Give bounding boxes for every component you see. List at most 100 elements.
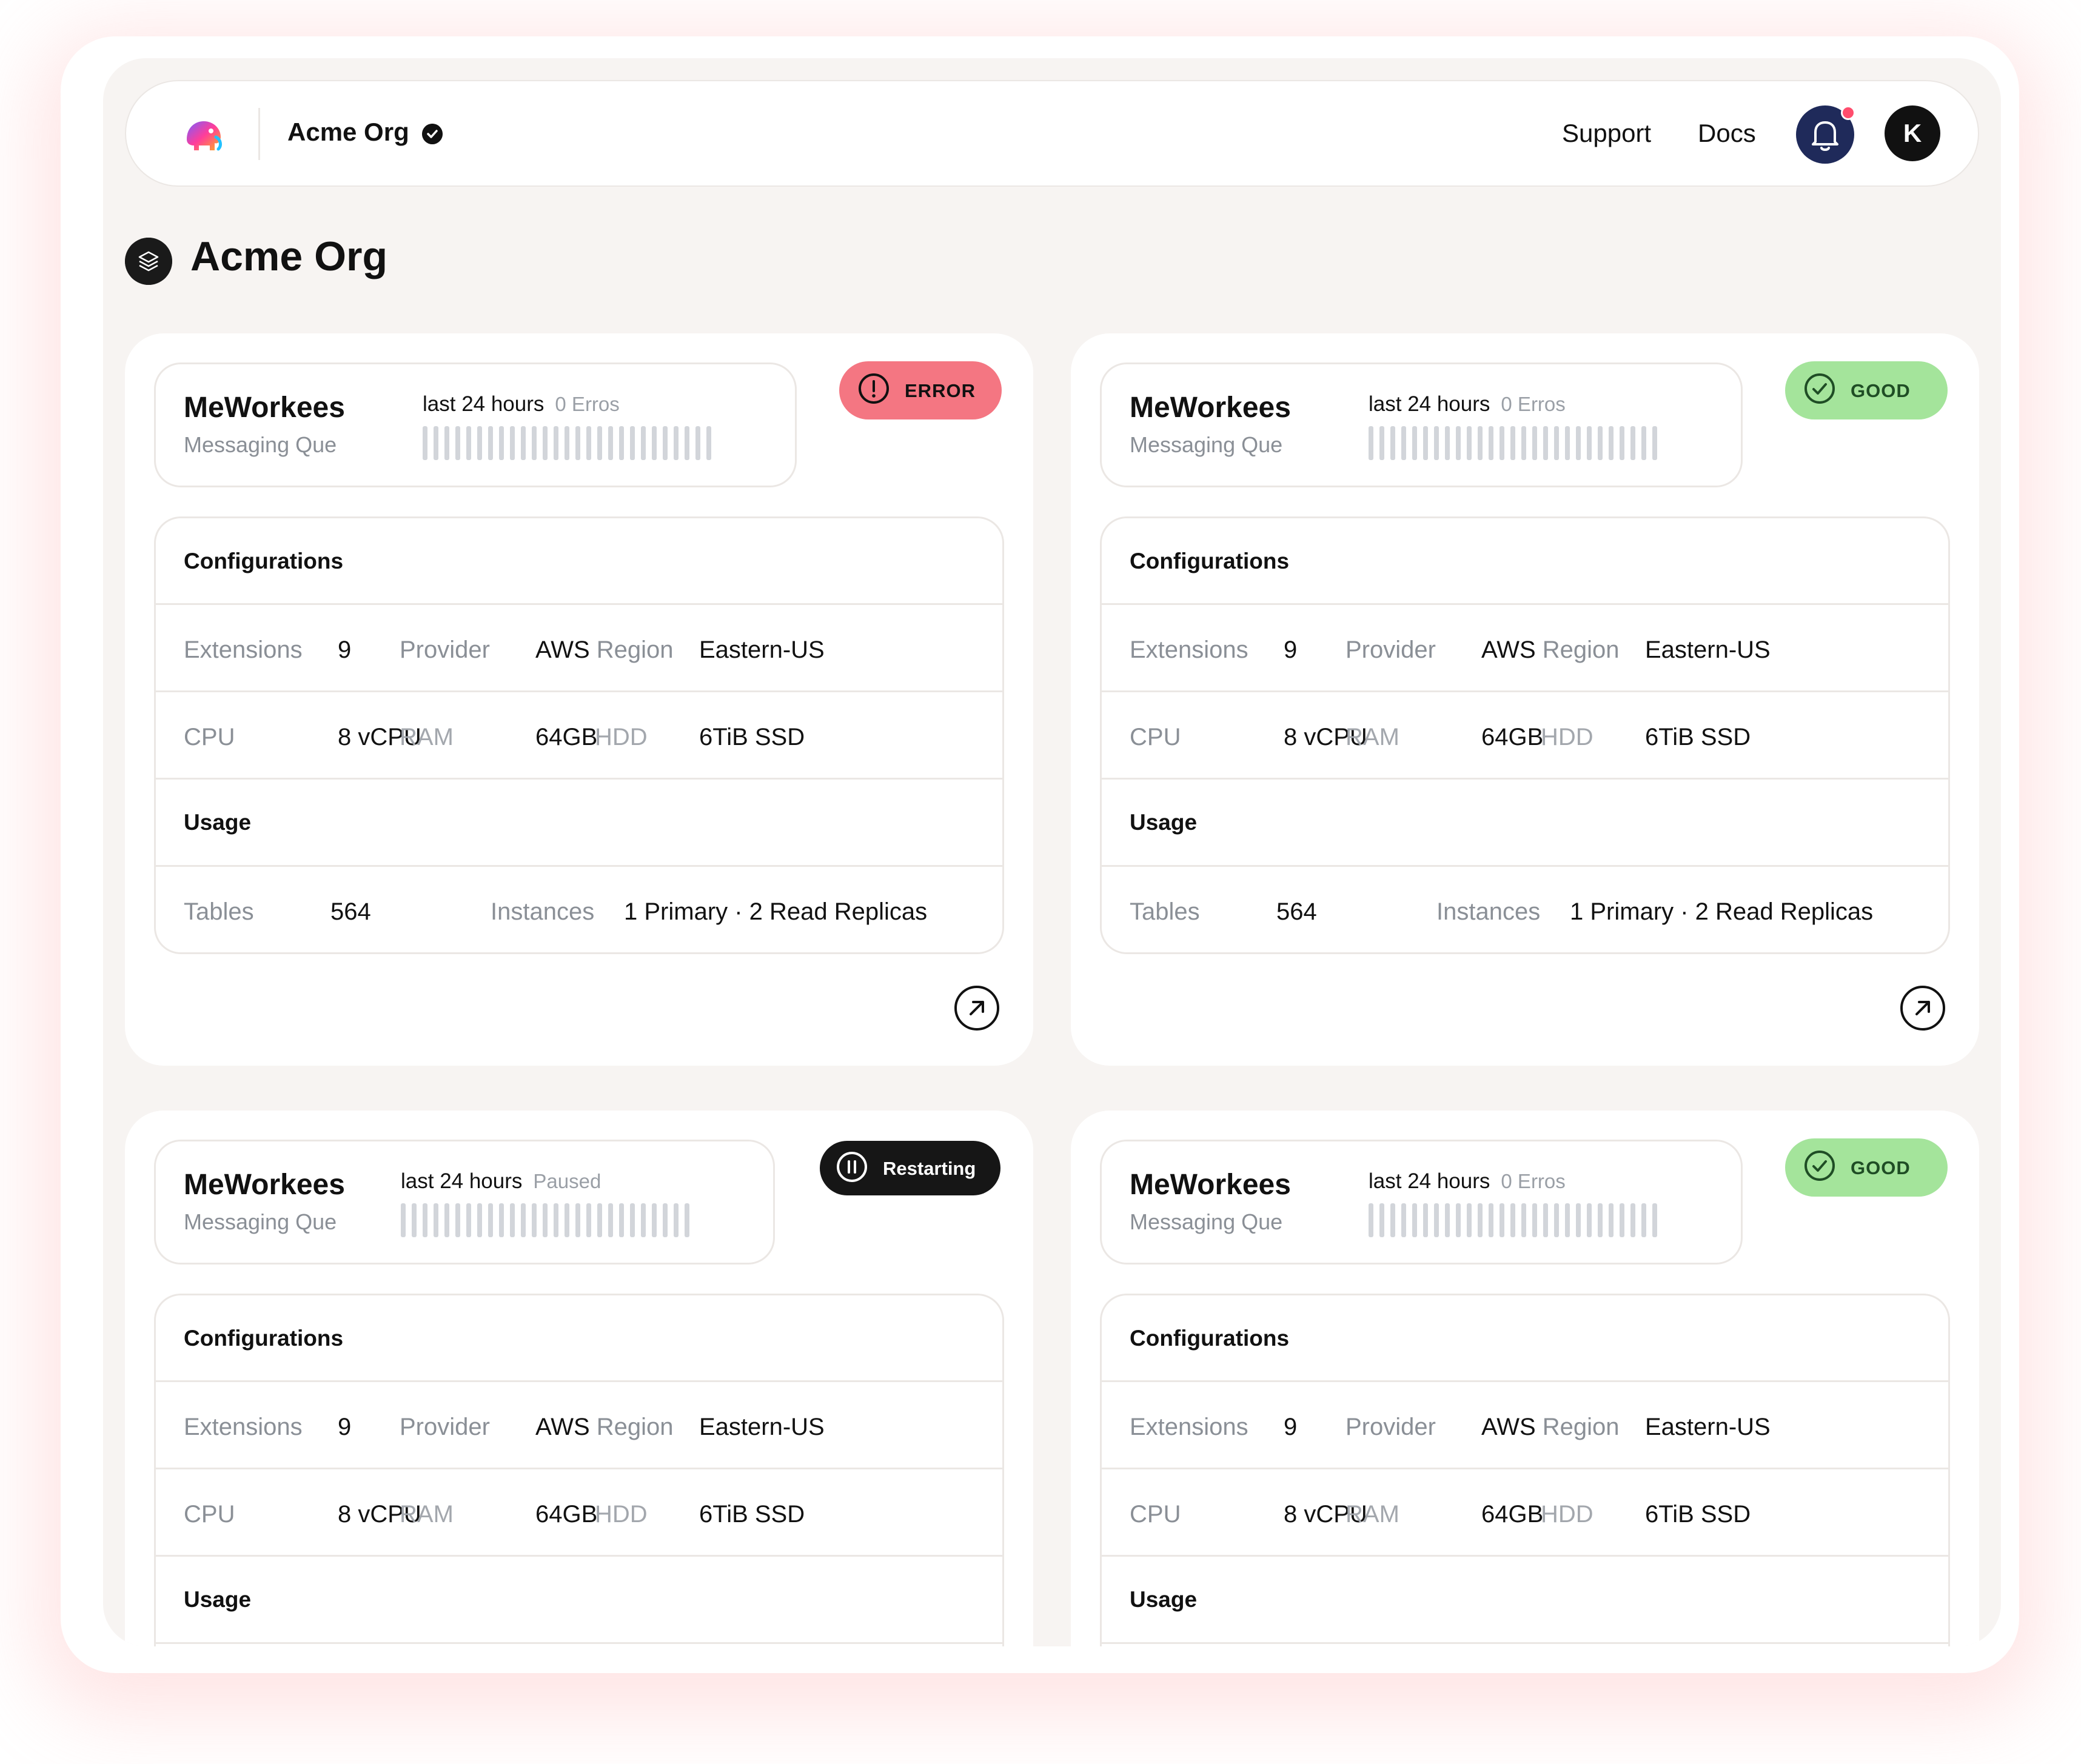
activity-sparkline — [423, 426, 714, 460]
sparkline-tick — [575, 1203, 580, 1237]
arrow-up-right-icon[interactable] — [953, 984, 1000, 1032]
sparkline-tick — [499, 426, 504, 460]
usage-header-row: Usage — [156, 1555, 1002, 1642]
service-summary[interactable]: MeWorkees Messaging Que last 24 hours 0 E… — [1100, 362, 1743, 487]
extensions-label: Extensions — [1130, 636, 1248, 663]
sparkline-tick — [1510, 1203, 1515, 1237]
config-header-row: Configurations — [1102, 518, 1948, 603]
sparkline-tick — [575, 426, 580, 460]
elephant-logo-icon[interactable] — [181, 113, 227, 159]
sparkline-tick — [1652, 426, 1657, 460]
sparkline-tick — [641, 1203, 646, 1237]
sparkline-tick — [1554, 1203, 1559, 1237]
extensions-value: 9 — [1284, 1414, 1298, 1440]
sparkline-tick — [532, 426, 537, 460]
sparkline-tick — [510, 1203, 515, 1237]
sparkline-tick — [630, 426, 635, 460]
provider-value: AWS — [535, 636, 590, 663]
service-type: Messaging Que — [184, 432, 337, 457]
config-row: CPU 8 vCPU RAM 64GB HDD 6TiB SSD — [1102, 690, 1948, 778]
sparkline-tick — [1423, 1203, 1428, 1237]
tables-value: 564 — [1276, 898, 1317, 925]
config-row: Extensions 9 Provider AWS Region Eastern… — [1102, 1380, 1948, 1468]
arrow-up-right-icon[interactable] — [1899, 984, 1946, 1032]
service-card: MeWorkees Messaging Que last 24 hours Pau… — [125, 1111, 1033, 1646]
hdd-value: 6TiB SSD — [699, 724, 805, 750]
sparkline-tick — [466, 426, 471, 460]
sparkline-tick — [1412, 1203, 1417, 1237]
instances-value: 1 Primary · 2 Read Replicas — [1570, 898, 1874, 925]
provider-label: Provider — [400, 636, 490, 663]
page-title: Acme Org — [190, 233, 387, 279]
sparkline-tick — [1576, 426, 1581, 460]
section-title: Usage — [1130, 1587, 1198, 1612]
period-note: Paused — [533, 1170, 602, 1192]
section-title: Usage — [184, 1587, 252, 1612]
nav-support-link[interactable]: Support — [1562, 119, 1651, 148]
service-summary[interactable]: MeWorkees Messaging Que last 24 hours 0 E… — [154, 362, 797, 487]
org-switcher[interactable]: Acme Org — [287, 118, 409, 147]
sparkline-tick — [1609, 1203, 1614, 1237]
sparkline-tick — [477, 1203, 482, 1237]
sparkline-tick — [1521, 426, 1526, 460]
status-badge[interactable]: ERROR — [839, 361, 1002, 419]
region-value: Eastern-US — [699, 636, 825, 663]
config-panel: Configurations Extensions 9 Provider AWS… — [1100, 516, 1950, 954]
instances-label: Instances — [1436, 898, 1541, 925]
period-label: last 24 hours 0 Erros — [1369, 1169, 1566, 1194]
period-note: 0 Erros — [1501, 393, 1566, 415]
sparkline-tick — [619, 426, 624, 460]
service-card: MeWorkees Messaging Que last 24 hours 0 E… — [1071, 333, 1979, 1066]
nav-docs-link[interactable]: Docs — [1698, 119, 1756, 148]
status-text: Restarting — [883, 1158, 976, 1179]
period-text: last 24 hours — [1369, 392, 1490, 416]
sparkline-tick — [401, 1203, 406, 1237]
sparkline-tick — [586, 426, 591, 460]
ram-value: 64GB — [1481, 1501, 1544, 1528]
status-badge[interactable]: GOOD — [1785, 1138, 1948, 1197]
sparkline-tick — [1434, 1203, 1439, 1237]
sparkline-tick — [1500, 1203, 1504, 1237]
sparkline-tick — [444, 426, 449, 460]
config-header-row: Configurations — [156, 518, 1002, 603]
sparkline-tick — [1390, 426, 1395, 460]
period-text: last 24 hours — [1369, 1169, 1490, 1193]
sparkline-tick — [1390, 1203, 1395, 1237]
sparkline-tick — [1434, 426, 1439, 460]
sparkline-tick — [455, 426, 460, 460]
sparkline-tick — [619, 1203, 624, 1237]
sparkline-tick — [543, 426, 548, 460]
sparkline-tick — [597, 1203, 602, 1237]
usage-row: Tables 564 Instances 1 Primary · 2 Read … — [156, 865, 1002, 952]
service-summary[interactable]: MeWorkees Messaging Que last 24 hours Pau… — [154, 1140, 775, 1265]
verified-check-icon — [422, 124, 443, 144]
usage-row — [156, 1642, 1002, 1646]
hdd-value: 6TiB SSD — [699, 1501, 805, 1528]
status-badge[interactable]: GOOD — [1785, 361, 1948, 419]
pause-circle-icon — [837, 1152, 867, 1182]
sparkline-tick — [434, 1203, 438, 1237]
tables-label: Tables — [184, 898, 254, 925]
ram-value: 64GB — [535, 1501, 598, 1528]
sparkline-tick — [674, 426, 679, 460]
sparkline-tick — [521, 426, 526, 460]
period-label: last 24 hours Paused — [401, 1169, 601, 1194]
sparkline-tick — [1401, 1203, 1406, 1237]
sparkline-tick — [554, 1203, 558, 1237]
cpu-label: CPU — [184, 1501, 235, 1528]
service-summary[interactable]: MeWorkees Messaging Que last 24 hours 0 E… — [1100, 1140, 1743, 1265]
sparkline-tick — [466, 1203, 471, 1237]
sparkline-tick — [652, 1203, 657, 1237]
sparkline-tick — [1587, 1203, 1592, 1237]
sparkline-tick — [1641, 426, 1646, 460]
user-avatar[interactable]: K — [1885, 105, 1940, 161]
section-title: Configurations — [1130, 549, 1290, 573]
extensions-value: 9 — [1284, 636, 1298, 663]
top-bar: Acme Org Support Docs K — [125, 80, 1979, 187]
region-label: Region — [596, 636, 674, 663]
usage-header-row: Usage — [1102, 778, 1948, 865]
extensions-label: Extensions — [1130, 1414, 1248, 1440]
service-card: MeWorkees Messaging Que last 24 hours 0 E… — [1071, 1111, 1979, 1646]
status-badge[interactable]: Restarting — [820, 1141, 1000, 1195]
provider-region: AWS Region — [1481, 1414, 1620, 1441]
